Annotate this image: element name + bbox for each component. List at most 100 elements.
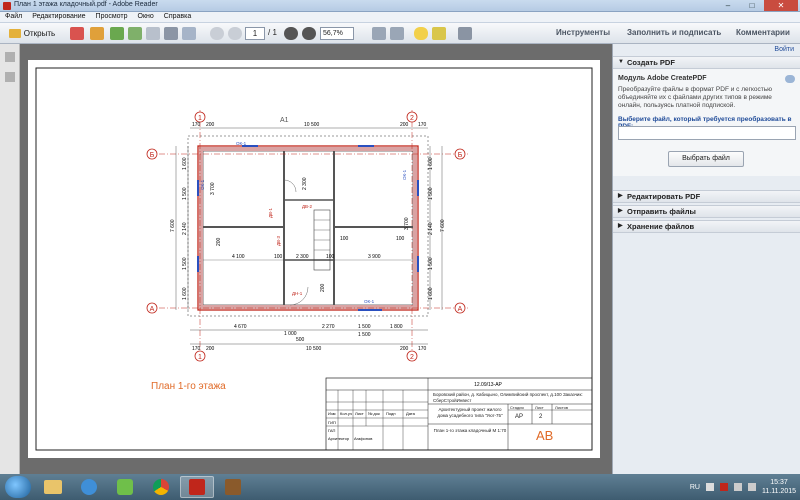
share-icon[interactable] (110, 26, 124, 41)
fit-width-icon[interactable] (372, 26, 386, 41)
dim-top-2: 10 500 (304, 122, 320, 128)
dim-mid-2: 2 300 (296, 254, 309, 260)
cloud-upload-icon[interactable] (128, 26, 142, 41)
stamp-col-5: Дата (406, 411, 416, 416)
zoom-in-icon[interactable] (302, 26, 316, 41)
stamp-sheet: 2 (539, 414, 543, 420)
dim-left-4: 1 600 (182, 287, 188, 300)
dim-mid-0: 4 100 (232, 254, 245, 260)
clock-date: 11.11.2015 (762, 488, 796, 495)
axis-label-2-bottom: 2 (410, 354, 414, 361)
label-ok1-c: ОК-1 (402, 169, 407, 180)
taskbar-explorer-icon[interactable] (36, 476, 70, 498)
create-pdf-icon[interactable] (70, 26, 84, 41)
start-button[interactable] (5, 476, 31, 498)
dim-bottom-0: 170 (192, 346, 201, 352)
stamp-row-1: ГАП (328, 428, 336, 433)
tray-adobe-icon[interactable] (720, 483, 728, 491)
dim-right-3: 1 500 (428, 257, 434, 270)
dim-right-2: 2 140 (428, 222, 434, 235)
label-200-b: 200 (320, 283, 326, 292)
dim-top-3: 200 (400, 122, 409, 128)
file-input[interactable] (618, 126, 796, 140)
page-number-input[interactable]: 1 (245, 27, 265, 40)
axis-label-1-bottom: 1 (198, 354, 202, 361)
menu-view[interactable]: Просмотр (91, 12, 133, 22)
prev-page-icon[interactable] (210, 26, 224, 41)
taskbar-archive-icon[interactable] (216, 476, 250, 498)
comments-button[interactable]: Комментарии (736, 28, 790, 37)
zoom-out-icon[interactable] (284, 26, 298, 41)
edit-pdf-header[interactable]: ▶ Редактировать PDF (613, 190, 800, 203)
dim-top-1: 200 (206, 122, 215, 128)
fill-sign-button[interactable]: Заполнить и подписать (627, 28, 721, 37)
signin-link[interactable]: Войти (774, 46, 794, 53)
stamp-address: Боровский район, д. Кабицыно, Олимпийски… (433, 392, 583, 403)
storage-header[interactable]: ▶ Хранение файлов (613, 220, 800, 233)
menu-file[interactable]: Файл (0, 12, 27, 22)
save-icon[interactable] (146, 26, 160, 41)
print-icon[interactable] (164, 26, 178, 41)
label-ok1-b: ОК-1 (200, 179, 205, 190)
highlight-icon[interactable] (432, 26, 446, 41)
axis-label-b-left: Б (150, 152, 155, 159)
axis-label-1-top: 1 (198, 115, 202, 122)
attachment-icon[interactable] (5, 72, 15, 82)
taskbar-adobe-reader-icon[interactable] (180, 476, 214, 498)
open-button[interactable]: Открыть (4, 26, 60, 41)
dim-bottom-small-0: 1 000 (284, 331, 297, 337)
close-button[interactable]: ✕ (764, 0, 798, 11)
tools-button[interactable]: Инструменты (556, 28, 610, 37)
email-icon[interactable] (182, 26, 196, 41)
label-dv1: ДВ-1 (268, 207, 273, 218)
menu-window[interactable]: Окно (133, 12, 159, 22)
label-ok1-a: ОК-1 (236, 141, 247, 146)
tray-app-icon[interactable] (706, 483, 714, 491)
label-100-a: 100 (340, 236, 349, 242)
minimize-button[interactable]: – (716, 0, 740, 11)
stamp-col-1: Кол.уч (340, 411, 352, 416)
stamp-logo: АВ (536, 428, 554, 443)
plan-title: План 1-го этажа (151, 381, 226, 392)
label-dv2: ДВ-2 (302, 204, 313, 209)
pdf-page: 1 2 1 2 Б Б А А А1 170 200 10 500 200 17… (28, 60, 600, 458)
taskbar-media-icon[interactable] (72, 476, 106, 498)
menu-help[interactable]: Справка (159, 12, 196, 22)
dim-right-1: 1 500 (428, 187, 434, 200)
taskbar-app-icon[interactable] (108, 476, 142, 498)
system-tray: RU 15:37 11.11.2015 (690, 478, 796, 496)
dim-top-4: 170 (418, 122, 427, 128)
language-indicator[interactable]: RU (690, 484, 700, 491)
create-pdf-header[interactable]: ▼ Создать PDF (613, 56, 800, 69)
pages-icon[interactable] (5, 52, 15, 62)
room-dim-left: 3 700 (210, 182, 216, 195)
dim-left-outer: 7 600 (170, 219, 176, 232)
fit-page-icon[interactable] (390, 26, 404, 41)
taskbar-chrome-icon[interactable] (144, 476, 178, 498)
dim-left-0: 1 600 (182, 157, 188, 170)
maximize-button[interactable]: □ (740, 0, 764, 11)
select-file-button[interactable]: Выбрать файл (668, 151, 744, 167)
dim-bottom-4: 170 (418, 346, 427, 352)
expand-icon[interactable] (458, 26, 472, 41)
network-icon[interactable] (734, 483, 742, 491)
stamp-col-0: Изм (328, 411, 336, 416)
clock[interactable]: 15:37 11.11.2015 (762, 478, 796, 496)
dim-top-0: 170 (192, 122, 201, 128)
axis-label-a-left: А (150, 306, 155, 313)
edit-pdf-icon[interactable] (90, 26, 104, 41)
send-files-header[interactable]: ▶ Отправить файлы (613, 205, 800, 218)
storage-label: Хранение файлов (627, 222, 695, 231)
comment-icon[interactable] (414, 26, 428, 41)
menu-edit[interactable]: Редактирование (27, 12, 90, 22)
send-files-label: Отправить файлы (627, 207, 696, 216)
edit-pdf-label: Редактировать PDF (627, 192, 701, 201)
next-page-icon[interactable] (228, 26, 242, 41)
dim-right-4: 1 600 (428, 287, 434, 300)
label-ok1-d: ОК-1 (364, 299, 375, 304)
axis-label-b-right: Б (458, 152, 463, 159)
volume-icon[interactable] (748, 483, 756, 491)
module-title: Модуль Adobe CreatePDF (618, 75, 707, 82)
label-100-b: 100 (396, 236, 405, 242)
zoom-select[interactable]: 56,7% (320, 27, 354, 40)
